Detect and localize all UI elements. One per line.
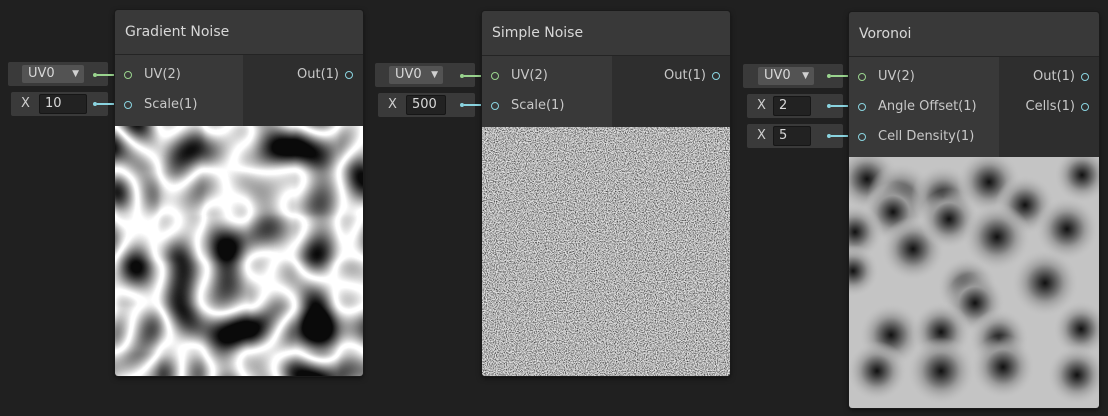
input-port-scale[interactable]: Scale(1) (482, 91, 612, 121)
port-dot-icon[interactable] (858, 133, 866, 141)
chevron-down-icon: ▼ (802, 71, 809, 81)
simple-noise-preview (482, 127, 730, 376)
input-port-scale[interactable]: Scale(1) (115, 90, 243, 120)
port-label: Out(1) (1033, 69, 1075, 84)
x-label: X (388, 97, 397, 112)
uv-channel-value: UV0 (28, 66, 55, 81)
port-label: UV(2) (511, 68, 548, 83)
output-ports: Out(1) (243, 55, 363, 126)
uv-channel-value: UV0 (764, 68, 791, 83)
input-ports: UV(2) Scale(1) (482, 56, 612, 127)
uv-channel-dropdown[interactable]: UV0 ▼ (389, 66, 443, 84)
node-title: Voronoi (849, 12, 1099, 57)
scale-value-field[interactable]: 10 (39, 94, 87, 114)
input-port-cell-density[interactable]: Cell Density(1) (849, 122, 999, 152)
input-ports: UV(2) Angle Offset(1) Cell Density(1) (849, 57, 999, 158)
node-ports: UV(2) Scale(1) Out(1) (115, 55, 363, 126)
input-port-angle-offset[interactable]: Angle Offset(1) (849, 92, 999, 122)
simple-noise-node[interactable]: Simple Noise UV(2) Scale(1) Out(1) (482, 11, 730, 376)
angle-offset-value-field[interactable]: 2 (773, 96, 811, 116)
port-dot-icon[interactable] (858, 73, 866, 81)
port-dot-icon[interactable] (1081, 73, 1089, 81)
output-port-out[interactable]: Out(1) (612, 61, 730, 91)
port-dot-icon[interactable] (124, 71, 132, 79)
port-label: UV(2) (144, 67, 181, 82)
input-port-uv[interactable]: UV(2) (482, 61, 612, 91)
scale-value-field[interactable]: 500 (406, 95, 446, 115)
voronoi-preview (849, 157, 1099, 408)
node-title: Gradient Noise (115, 10, 363, 55)
x-label: X (21, 96, 30, 111)
port-label: Cell Density(1) (878, 129, 975, 144)
port-dot-icon[interactable] (491, 72, 499, 80)
node-title: Simple Noise (482, 11, 730, 56)
uv-channel-value: UV0 (395, 67, 422, 82)
node-ports: UV(2) Scale(1) Out(1) (482, 56, 730, 127)
x-label: X (757, 98, 766, 113)
port-label: Scale(1) (511, 98, 565, 113)
chevron-down-icon: ▼ (72, 69, 79, 79)
chevron-down-icon: ▼ (431, 70, 438, 80)
gradient-noise-preview (115, 126, 363, 376)
port-label: Angle Offset(1) (878, 99, 977, 114)
input-port-uv[interactable]: UV(2) (849, 62, 999, 92)
port-dot-icon[interactable] (345, 71, 353, 79)
uv-channel-dropdown[interactable]: UV0 ▼ (22, 65, 84, 83)
cell-density-value-field[interactable]: 5 (773, 126, 811, 146)
x-label: X (757, 128, 766, 143)
port-label: Out(1) (297, 67, 339, 82)
node-ports: UV(2) Angle Offset(1) Cell Density(1) Ou… (849, 57, 1099, 158)
port-label: Cells(1) (1025, 99, 1076, 114)
uv-channel-dropdown[interactable]: UV0 ▼ (758, 67, 814, 85)
voronoi-node[interactable]: Voronoi UV(2) Angle Offset(1) Cell Densi… (849, 12, 1099, 408)
output-ports: Out(1) (612, 56, 730, 127)
gradient-noise-node[interactable]: Gradient Noise UV(2) Scale(1) Out(1) (115, 10, 363, 376)
output-port-cells[interactable]: Cells(1) (999, 92, 1099, 122)
port-dot-icon[interactable] (124, 101, 132, 109)
output-port-out[interactable]: Out(1) (243, 60, 363, 90)
input-ports: UV(2) Scale(1) (115, 55, 243, 126)
output-ports: Out(1) Cells(1) (999, 57, 1099, 158)
output-port-out[interactable]: Out(1) (999, 62, 1099, 92)
port-label: Out(1) (664, 68, 706, 83)
input-port-uv[interactable]: UV(2) (115, 60, 243, 90)
port-label: Scale(1) (144, 97, 198, 112)
port-label: UV(2) (878, 69, 915, 84)
port-dot-icon[interactable] (1081, 103, 1089, 111)
port-dot-icon[interactable] (491, 102, 499, 110)
port-dot-icon[interactable] (712, 72, 720, 80)
port-dot-icon[interactable] (858, 103, 866, 111)
